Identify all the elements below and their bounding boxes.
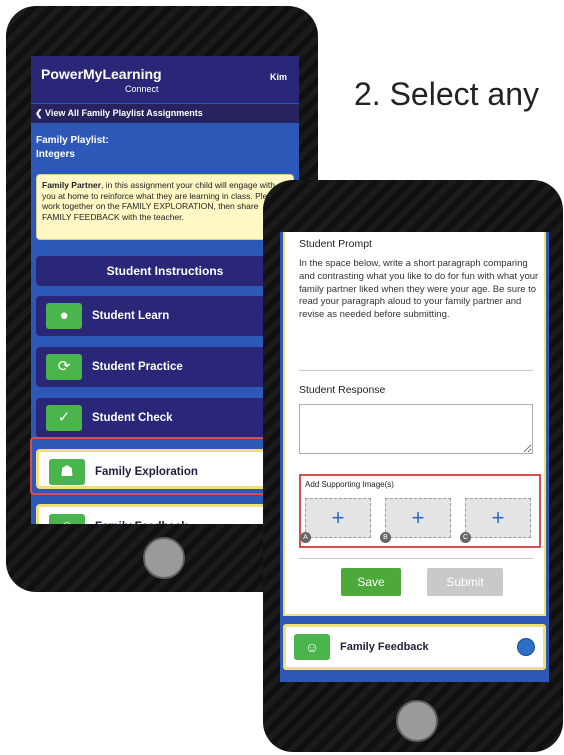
family-icon: ☺ <box>294 634 330 660</box>
checklist-icon: ✓ <box>46 405 82 431</box>
slot-tag: C <box>460 532 471 543</box>
activity-label: Student Learn <box>92 310 170 322</box>
playlist-label: Family Playlist: <box>36 135 109 146</box>
home-button[interactable] <box>396 700 438 742</box>
status-dot <box>517 638 535 656</box>
user-name[interactable]: Kim <box>270 72 287 82</box>
slot-tag: A <box>300 532 311 543</box>
save-button[interactable]: Save <box>341 568 401 596</box>
refresh-icon: ⟳ <box>46 354 82 380</box>
partner-note-bold: Family Partner <box>42 180 102 190</box>
family-exploration-highlight <box>30 437 298 495</box>
activity-label: Student Check <box>92 412 173 424</box>
slot-tag: B <box>380 532 391 543</box>
playlist-name: Integers <box>36 149 75 160</box>
activity-family-feedback[interactable]: ☺ Family Feedback <box>283 624 546 670</box>
phone-screen-right: Student Prompt In the space below, write… <box>280 232 549 682</box>
plus-icon: + <box>411 505 425 530</box>
app-logo-sub: Connect <box>125 84 159 94</box>
student-response-heading: Student Response <box>299 384 386 396</box>
student-prompt-heading: Student Prompt <box>299 238 372 250</box>
image-slot-b[interactable]: + B <box>380 498 451 543</box>
supporting-images-label: Add Supporting Image(s) <box>305 480 394 489</box>
submit-button[interactable]: Submit <box>427 568 503 596</box>
step-caption: 2. Select any <box>354 76 539 112</box>
student-response-input[interactable] <box>299 404 533 454</box>
app-logo[interactable]: PowerMyLearning <box>41 66 162 82</box>
divider <box>299 370 533 371</box>
activity-student-learn[interactable]: ● Student Learn <box>36 296 294 336</box>
supporting-images-section: Add Supporting Image(s) + A + B + C <box>299 474 541 548</box>
activity-student-check[interactable]: ✓ Student Check <box>36 398 294 438</box>
app-header: PowerMyLearning Connect Kim <box>31 56 299 103</box>
activity-label: Family Feedback <box>95 507 188 524</box>
assignment-card: Student Prompt In the space below, write… <box>283 232 546 616</box>
back-link[interactable]: ❮ View All Family Playlist Assignments <box>31 104 299 123</box>
lightbulb-icon: ● <box>46 303 82 329</box>
activity-student-practice[interactable]: ⟳ Student Practice <box>36 347 294 387</box>
home-button[interactable] <box>143 537 185 579</box>
family-icon: ☺ <box>49 514 85 524</box>
activity-family-feedback[interactable]: ☺ Family Feedback <box>36 504 294 524</box>
image-slot-a[interactable]: + A <box>300 498 371 543</box>
student-instructions-button[interactable]: Student Instructions <box>36 256 294 286</box>
divider <box>299 558 533 559</box>
playlist-title: Family Playlist: Integers <box>36 134 109 162</box>
student-prompt-text: In the space below, write a short paragr… <box>299 258 539 321</box>
image-slot-c[interactable]: + C <box>460 498 531 543</box>
phone-frame-right: Student Prompt In the space below, write… <box>263 180 563 752</box>
plus-icon: + <box>491 505 505 530</box>
family-partner-note: Family Partner, in this assignment your … <box>36 174 294 240</box>
plus-icon: + <box>331 505 345 530</box>
activity-label: Student Practice <box>92 361 183 373</box>
activity-label: Family Feedback <box>340 641 429 653</box>
